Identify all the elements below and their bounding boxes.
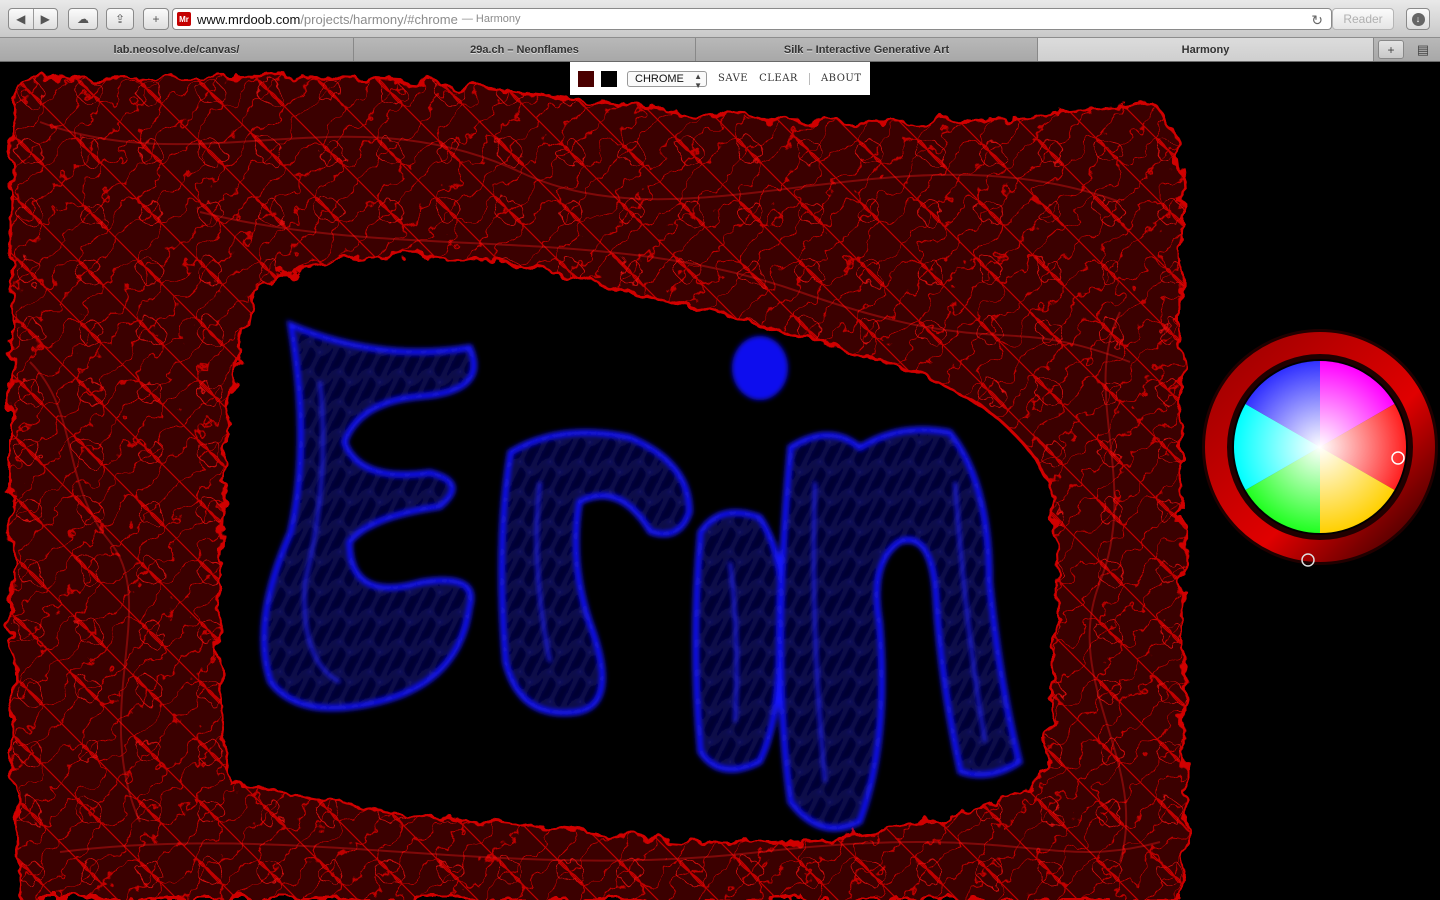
harmony-page: CHROME ▲ ▼ SAVE CLEAR ABOUT [0, 62, 1440, 900]
tab-label: Silk – Interactive Generative Art [783, 43, 950, 56]
tab-harmony[interactable]: Harmony [1038, 38, 1374, 61]
blue-erin-lettering [260, 319, 1023, 832]
address-bar[interactable]: Mr www.mrdoob.com /projects/harmony/#chr… [172, 8, 1332, 30]
hue-wheel[interactable] [1233, 361, 1407, 533]
plus-icon: + [152, 12, 160, 26]
menu-divider [808, 72, 810, 85]
brush-selector[interactable]: CHROME ▲ ▼ [627, 70, 707, 90]
new-tab-button[interactable]: + [1378, 40, 1404, 59]
foreground-color-swatch[interactable] [578, 70, 594, 87]
share-button[interactable]: ⇪ [106, 8, 134, 30]
plus-icon: + [1387, 42, 1395, 57]
tab-bar: lab.neosolve.de/canvas/ 29a.ch – Neonfla… [0, 38, 1440, 62]
tab-neonflames[interactable]: 29a.ch – Neonflames [354, 38, 696, 61]
reader-button[interactable]: Reader [1332, 8, 1394, 30]
cloud-icon: ☁ [77, 12, 89, 26]
clear-button[interactable]: CLEAR [759, 73, 798, 84]
browser-toolbar: ◀ ▶ ☁ ⇪ + Mr www.mrdoob.com /projects/ha… [0, 0, 1440, 38]
tab-label: Harmony [1181, 43, 1230, 56]
back-forward-buttons: ◀ ▶ [8, 8, 58, 30]
tab-neosolve[interactable]: lab.neosolve.de/canvas/ [0, 38, 354, 61]
back-icon[interactable]: ◀ [9, 9, 33, 29]
icloud-button[interactable]: ☁ [68, 8, 98, 30]
brush-selector-value: CHROME [635, 72, 684, 85]
select-arrows-icon: ▲ ▼ [694, 71, 702, 90]
save-button[interactable]: SAVE [718, 73, 748, 84]
drawing-canvas[interactable] [0, 62, 1440, 900]
download-icon: ↓ [1411, 12, 1425, 26]
url-host: www.mrdoob.com [197, 11, 301, 27]
background-color-swatch[interactable] [601, 70, 617, 87]
tab-silk[interactable]: Silk – Interactive Generative Art [696, 38, 1038, 61]
tab-label: lab.neosolve.de/canvas/ [113, 43, 240, 56]
downloads-button[interactable]: ↓ [1406, 8, 1430, 30]
tab-label: 29a.ch – Neonflames [470, 43, 579, 56]
about-button[interactable]: ABOUT [821, 73, 862, 84]
url-path: /projects/harmony/#chrome [300, 11, 458, 27]
tab-view-icon[interactable]: ▤ [1410, 40, 1436, 59]
add-bookmark-button[interactable]: + [143, 8, 169, 30]
reload-icon[interactable]: ↻ [1311, 12, 1323, 29]
harmony-menu: CHROME ▲ ▼ SAVE CLEAR ABOUT [570, 62, 870, 95]
share-icon: ⇪ [114, 12, 126, 26]
site-favicon: Mr [177, 12, 191, 26]
color-picker[interactable] [1202, 329, 1438, 567]
url-page-title: — Harmony [461, 13, 521, 25]
forward-icon[interactable]: ▶ [32, 9, 58, 29]
